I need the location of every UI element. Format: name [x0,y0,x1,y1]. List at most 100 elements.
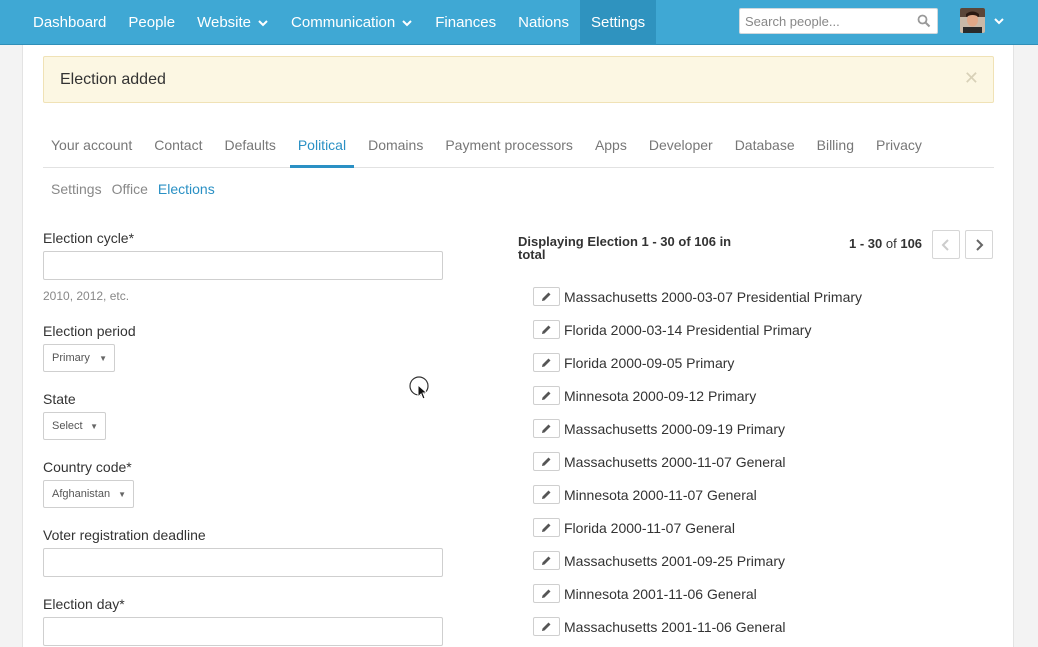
edit-button[interactable] [533,386,560,405]
mouse-cursor-icon [409,376,429,400]
edit-button[interactable] [533,452,560,471]
election-day-field[interactable] [43,617,443,646]
list-item: Florida 2000-03-14 Presidential Primary [533,313,862,346]
dropdown-arrow-icon: ▼ [99,354,107,363]
tab-billing[interactable]: Billing [809,127,862,168]
subtab-settings[interactable]: Settings [51,181,102,197]
edit-button[interactable] [533,584,560,603]
subtab-office[interactable]: Office [112,181,148,197]
election-cycle-field[interactable] [43,251,443,280]
tab-defaults[interactable]: Defaults [216,127,283,168]
flash-message: Election added ✕ [43,56,994,103]
list-item: Florida 2000-11-07 General [533,511,862,544]
chevron-down-icon[interactable] [992,14,1006,28]
dropdown-arrow-icon: ▼ [118,490,126,499]
list-item: Minnesota 2000-09-12 Primary [533,379,862,412]
nav-settings[interactable]: Settings [579,0,657,45]
tab-privacy[interactable]: Privacy [868,127,930,168]
close-icon[interactable]: ✕ [964,69,979,87]
nav-dashboard[interactable]: Dashboard [22,0,117,45]
election-cycle-label: Election cycle* [43,230,135,246]
subtab-elections[interactable]: Elections [158,181,215,197]
country-code-select[interactable]: Afghanistan ▼ [43,480,134,508]
pencil-icon [542,622,551,631]
display-count-text: Displaying Election 1 - 30 of 106 in tot… [518,234,732,262]
list-item: Massachusetts 2000-03-07 Presidential Pr… [533,280,862,313]
election-day-label: Election day* [43,596,125,612]
nav-label: Settings [590,14,646,31]
edit-button[interactable] [533,617,560,636]
tab-payment-processors[interactable]: Payment processors [437,127,581,168]
country-code-value: Afghanistan [52,488,111,500]
search-icon[interactable] [917,14,931,28]
edit-button[interactable] [533,287,560,306]
search-input[interactable] [740,10,910,32]
list-item: Florida 2000-09-05 Primary [533,346,862,379]
nav-label: Communication [291,14,396,31]
list-item: Minnesota 2001-11-06 General [533,577,862,610]
edit-button[interactable] [533,320,560,339]
avatar[interactable] [960,8,985,33]
next-page-button[interactable] [965,230,993,259]
edit-button[interactable] [533,419,560,438]
tab-political[interactable]: Political [289,127,355,168]
edit-button[interactable] [533,353,560,372]
edit-button[interactable] [533,551,560,570]
nav-communication[interactable]: Communication [280,0,424,45]
nav-website[interactable]: Website [186,0,280,45]
dropdown-arrow-icon: ▼ [90,422,98,431]
pencil-icon [542,490,551,499]
election-name[interactable]: Florida 2000-03-14 Presidential Primary [564,322,811,338]
tab-developer[interactable]: Developer [641,127,721,168]
edit-button[interactable] [533,485,560,504]
election-period-select[interactable]: Primary ▼ [43,344,115,372]
edit-button[interactable] [533,518,560,537]
election-name[interactable]: Massachusetts 2000-11-07 General [564,454,786,470]
settings-tabs: Your account Contact Defaults Political … [43,127,994,168]
tab-database[interactable]: Database [727,127,803,168]
nav-label: Nations [518,14,569,31]
pencil-icon [542,292,551,301]
list-item: Massachusetts 2000-09-19 Primary [533,412,862,445]
pencil-icon [542,424,551,433]
tab-your-account[interactable]: Your account [43,127,140,168]
list-item: Massachusetts 2000-11-07 General [533,445,862,478]
election-name[interactable]: Massachusetts 2000-09-19 Primary [564,421,785,437]
chevron-left-icon [941,238,949,251]
nav-nations[interactable]: Nations [507,0,580,45]
state-select[interactable]: Select ▼ [43,412,106,440]
election-name[interactable]: Massachusetts 2001-11-06 General [564,619,786,635]
nav-label: People [128,14,176,31]
election-name[interactable]: Massachusetts 2000-03-07 Presidential Pr… [564,289,862,305]
election-name[interactable]: Massachusetts 2001-09-25 Primary [564,553,785,569]
top-navbar: Dashboard People Website Communication F… [0,0,1038,45]
election-name[interactable]: Minnesota 2000-11-07 General [564,487,757,503]
prev-page-button[interactable] [932,230,960,259]
election-name[interactable]: Florida 2000-09-05 Primary [564,355,734,371]
state-value: Select [52,420,83,432]
tab-apps[interactable]: Apps [587,127,635,168]
election-cycle-help: 2010, 2012, etc. [43,289,130,303]
page-of: of [885,236,897,251]
election-name[interactable]: Florida 2000-11-07 General [564,520,735,536]
page-range: 1 - 30 [849,236,883,251]
main-nav: Dashboard People Website Communication F… [22,0,657,45]
voter-registration-field[interactable] [43,548,443,577]
election-period-value: Primary [52,352,90,364]
state-label: State [43,391,76,407]
tab-domains[interactable]: Domains [360,127,431,168]
flash-text: Election added [60,71,166,88]
election-name[interactable]: Minnesota 2000-09-12 Primary [564,388,756,404]
pencil-icon [542,325,551,334]
page-total: 106 [900,236,923,251]
chevron-down-icon [402,19,412,26]
pencil-icon [542,589,551,598]
settings-panel: Election added ✕ Your account Contact De… [22,45,1014,647]
nav-finances[interactable]: Finances [424,0,507,45]
pencil-icon [542,457,551,466]
nav-label: Dashboard [33,14,107,31]
election-name[interactable]: Minnesota 2001-11-06 General [564,586,757,602]
nav-people[interactable]: People [117,0,186,45]
list-item: Massachusetts 2001-11-06 General [533,610,862,643]
tab-contact[interactable]: Contact [146,127,210,168]
